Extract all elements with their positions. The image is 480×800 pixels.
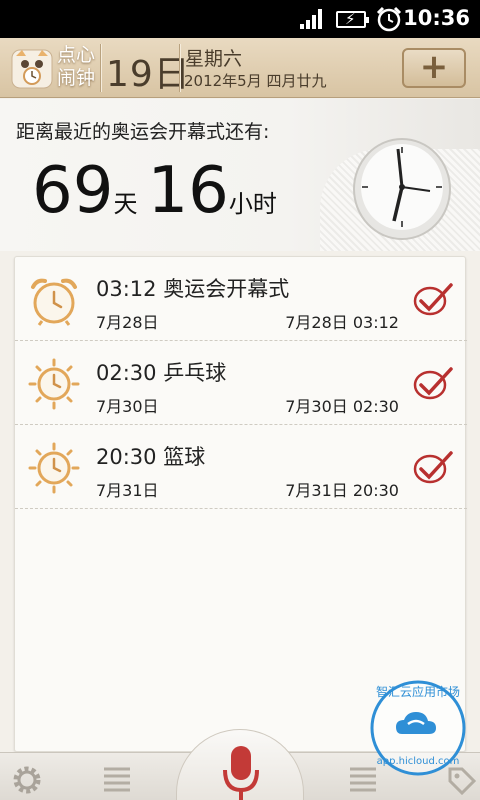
list-icon[interactable] <box>100 765 134 793</box>
add-alarm-button[interactable]: + <box>402 48 466 88</box>
settings-icon[interactable] <box>10 763 44 797</box>
alarm-row[interactable]: 03:12 奥运会开幕式 7月28日 7月28日 03:12 <box>15 257 467 341</box>
divider <box>100 44 101 92</box>
countdown-caption: 距离最近的奥运会开幕式还有: <box>16 121 270 143</box>
signal-icon <box>300 9 326 29</box>
alarm-next-time: 7月31日 20:30 <box>285 481 399 500</box>
full-date-label: 2012年5月 四月廿九 <box>184 72 327 90</box>
alarm-row[interactable]: 20:30 篮球 7月31日 7月31日 20:30 <box>15 425 467 509</box>
alarm-title: 02:30 乒乓球 <box>96 361 227 385</box>
checkmark-toggle-icon[interactable] <box>411 281 453 317</box>
days-unit: 天 <box>113 190 138 218</box>
countdown-value: 69天 16小时 <box>32 151 287 231</box>
alarm-next-time: 7月30日 02:30 <box>285 397 399 416</box>
alarm-title: 20:30 篮球 <box>96 445 206 469</box>
alarm-date: 7月31日 <box>96 481 159 500</box>
weekday-label: 星期六 <box>185 48 243 70</box>
app-name: 点心 闹钟 <box>57 44 95 90</box>
alarm-date: 7月30日 <box>96 397 159 416</box>
app-header: 点心 闹钟 19日 星期六 2012年5月 四月廿九 + <box>0 38 480 98</box>
watermark-text: 智汇云应用市场 <box>376 684 460 699</box>
divider <box>179 44 180 92</box>
sun-icon <box>28 442 80 494</box>
countdown-days: 69 <box>32 154 114 228</box>
app-logo-icon[interactable] <box>10 46 54 90</box>
countdown-hours: 16 <box>147 154 229 228</box>
checkmark-toggle-icon[interactable] <box>411 449 453 485</box>
alarm-status-icon <box>376 6 402 32</box>
app-name-line1: 点心 <box>57 44 96 66</box>
alarm-clock-icon <box>31 278 77 326</box>
alarm-title: 03:12 奥运会开幕式 <box>96 277 290 301</box>
watermark-url: app.hicloud.com <box>377 756 460 767</box>
clock-illustration-icon <box>353 138 451 240</box>
sun-icon <box>28 358 80 410</box>
battery-charging-icon: ⚡ <box>336 10 369 28</box>
status-time: 10:36 <box>403 6 470 30</box>
watermark-logo: 智汇云应用市场 app.hicloud.com <box>370 680 466 776</box>
microphone-icon <box>223 746 259 800</box>
status-bar: ⚡ 10:36 <box>0 0 480 38</box>
alarm-date: 7月28日 <box>96 313 159 332</box>
app-name-line2: 闹钟 <box>57 67 96 89</box>
hours-unit: 小时 <box>228 190 277 218</box>
countdown-panel: 距离最近的奥运会开幕式还有: 69天 16小时 <box>0 99 480 251</box>
checkmark-toggle-icon[interactable] <box>411 365 453 401</box>
alarm-next-time: 7月28日 03:12 <box>285 313 399 332</box>
alarm-row[interactable]: 02:30 乒乓球 7月30日 7月30日 02:30 <box>15 341 467 425</box>
